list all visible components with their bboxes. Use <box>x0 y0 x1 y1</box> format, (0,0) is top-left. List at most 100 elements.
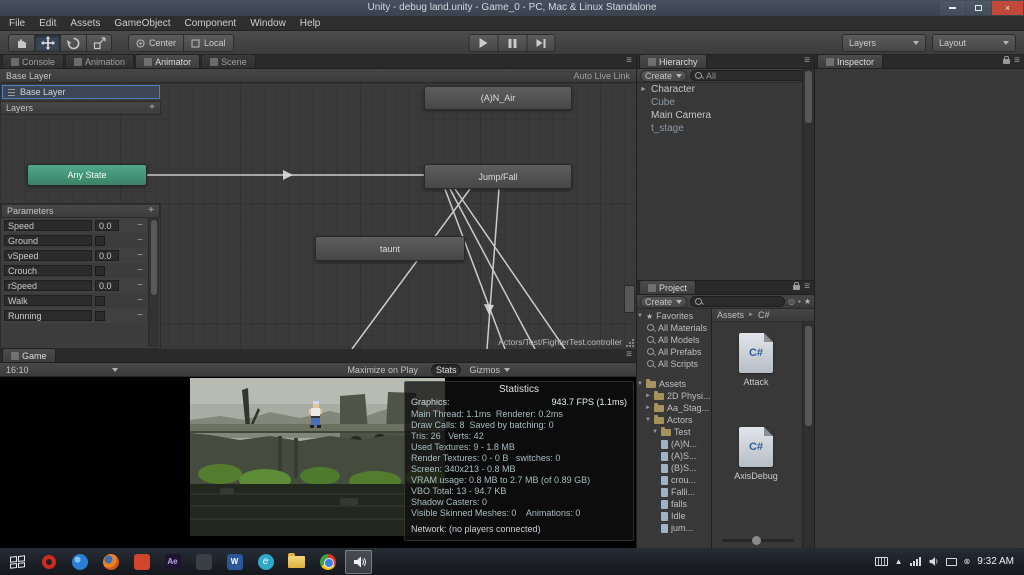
space-local-button[interactable]: Local <box>183 34 234 52</box>
search-by-label-icon[interactable]: ▪ <box>798 297 801 306</box>
tree-item[interactable]: jum... <box>637 522 711 534</box>
state-node-taunt[interactable]: taunt <box>315 236 465 261</box>
hierarchy-scrollbar[interactable] <box>802 69 814 280</box>
parameter-value-field[interactable]: 0.0 <box>95 280 119 291</box>
parameter-name-field[interactable]: Speed <box>4 220 92 231</box>
asset-file-attack[interactable]: C# Attack <box>712 333 800 387</box>
parameter-checkbox[interactable] <box>95 295 105 306</box>
scrollbar-thumb[interactable] <box>151 220 157 295</box>
tree-item[interactable]: (B)S... <box>637 462 711 474</box>
remove-parameter-button[interactable]: − <box>135 235 145 246</box>
menu-file[interactable]: File <box>2 18 32 29</box>
parameter-value-field[interactable]: 0.0 <box>95 250 119 261</box>
breadcrumb-current[interactable]: C# <box>758 310 770 320</box>
state-node-n-air[interactable]: (A)N_Air <box>424 86 572 110</box>
collapse-arrow-icon[interactable]: ▼ <box>652 429 658 435</box>
menu-window[interactable]: Window <box>243 18 293 29</box>
taskbar-app-aftereffects[interactable]: Ae <box>159 550 186 574</box>
panel-menu-icon[interactable]: ≡ <box>804 282 810 292</box>
tree-item[interactable]: Falli... <box>637 486 711 498</box>
play-button[interactable] <box>468 34 498 52</box>
gizmos-dropdown[interactable]: Gizmos <box>469 365 510 375</box>
tree-item[interactable]: (A)N... <box>637 438 711 450</box>
taskbar-app-explorer[interactable] <box>283 550 310 574</box>
menu-assets[interactable]: Assets <box>63 18 107 29</box>
maximize-button[interactable] <box>966 1 991 15</box>
tab-animation[interactable]: Animation <box>65 54 135 68</box>
parameter-checkbox[interactable] <box>95 265 105 276</box>
collapse-arrow-icon[interactable]: ▼ <box>637 381 643 387</box>
move-tool-button[interactable] <box>34 34 60 52</box>
aspect-dropdown[interactable]: 16:10 <box>2 364 122 376</box>
menu-edit[interactable]: Edit <box>32 18 63 29</box>
taskbar-app-chrome[interactable] <box>314 550 341 574</box>
animator-canvas[interactable]: (A)N_Air Any State Jump/Fall taunt Base … <box>0 83 636 349</box>
project-search-input[interactable] <box>690 296 785 307</box>
remove-parameter-button[interactable]: − <box>135 220 145 231</box>
parameters-scrollbar[interactable] <box>148 218 159 347</box>
hierarchy-item-t-stage[interactable]: t_stage <box>637 122 802 135</box>
hierarchy-item-character[interactable]: ► Character <box>637 83 802 96</box>
project-scrollbar[interactable] <box>802 322 814 548</box>
step-button[interactable] <box>526 34 556 52</box>
tab-console[interactable]: Console <box>2 54 65 68</box>
scale-tool-button[interactable] <box>86 34 112 52</box>
menu-component[interactable]: Component <box>178 18 244 29</box>
tree-folder[interactable]: ▼ Test <box>637 426 711 438</box>
tree-item[interactable]: Idle <box>637 510 711 522</box>
tree-folder[interactable]: ► Aa_Stag... <box>637 402 711 414</box>
close-button[interactable]: × <box>992 1 1023 15</box>
taskbar-app-dark[interactable] <box>190 550 217 574</box>
thumbnail-zoom-slider[interactable] <box>722 536 794 545</box>
canvas-scrollbar-thumb[interactable] <box>624 285 635 313</box>
tree-favorites[interactable]: ▼ ★ Favorites <box>637 310 711 322</box>
expand-arrow-icon[interactable]: ► <box>645 393 651 399</box>
tab-inspector[interactable]: Inspector <box>817 54 884 68</box>
collapse-arrow-icon[interactable]: ▼ <box>645 417 651 423</box>
stats-toggle[interactable]: Stats <box>430 364 462 376</box>
state-node-jump-fall[interactable]: Jump/Fall <box>424 164 572 189</box>
tree-folder[interactable]: ► 2D Physi... <box>637 390 711 402</box>
taskbar-app-ie[interactable]: e <box>252 550 279 574</box>
scrollbar-thumb[interactable] <box>805 71 812 123</box>
tab-animator[interactable]: Animator <box>135 54 201 68</box>
create-dropdown[interactable]: Create <box>640 69 688 82</box>
tree-item[interactable]: crou... <box>637 474 711 486</box>
notification-icon[interactable]: ⊗ <box>964 557 971 566</box>
lock-icon[interactable] <box>1003 55 1011 64</box>
search-by-type-icon[interactable]: ◎ <box>788 297 795 306</box>
scrollbar-thumb[interactable] <box>805 326 812 426</box>
add-layer-button[interactable]: + <box>149 103 155 113</box>
tab-hierarchy[interactable]: Hierarchy <box>639 54 707 68</box>
network-signal-icon[interactable] <box>909 557 921 566</box>
remove-parameter-button[interactable]: − <box>135 310 145 321</box>
minimize-button[interactable] <box>940 1 965 15</box>
tree-folder[interactable]: ▼ Actors <box>637 414 711 426</box>
tree-item[interactable]: All Materials <box>637 322 711 334</box>
maximize-on-play-toggle[interactable]: Maximize on Play <box>342 364 423 376</box>
remove-parameter-button[interactable]: − <box>135 250 145 261</box>
panel-menu-icon[interactable]: ≡ <box>626 56 632 66</box>
taskbar-app-active[interactable] <box>345 549 372 574</box>
breadcrumb-assets[interactable]: Assets <box>717 310 744 320</box>
parameter-checkbox[interactable] <box>95 235 105 246</box>
hierarchy-item-cube[interactable]: Cube <box>637 96 802 109</box>
volume-icon[interactable] <box>928 556 939 567</box>
tree-item[interactable]: (A)S... <box>637 450 711 462</box>
tab-project[interactable]: Project <box>639 280 697 294</box>
layout-dropdown[interactable]: Layout <box>932 34 1016 52</box>
menu-gameobject[interactable]: GameObject <box>107 18 177 29</box>
parameter-name-field[interactable]: Walk <box>4 295 92 306</box>
favorite-star-icon[interactable]: ★ <box>804 297 811 306</box>
taskbar-app-red[interactable] <box>128 550 155 574</box>
menu-help[interactable]: Help <box>293 18 328 29</box>
keyboard-icon[interactable] <box>874 557 888 566</box>
panel-menu-icon[interactable]: ≡ <box>1014 56 1020 66</box>
taskbar-app-word[interactable]: W <box>221 550 248 574</box>
layers-dropdown[interactable]: Layers <box>842 34 926 52</box>
add-parameter-button[interactable]: + <box>148 206 154 216</box>
hierarchy-item-main-camera[interactable]: Main Camera <box>637 109 802 122</box>
state-node-any-state[interactable]: Any State <box>27 164 147 186</box>
asset-file-axisdebug[interactable]: C# AxisDebug <box>712 427 800 481</box>
parameter-name-field[interactable]: Crouch <box>4 265 92 276</box>
